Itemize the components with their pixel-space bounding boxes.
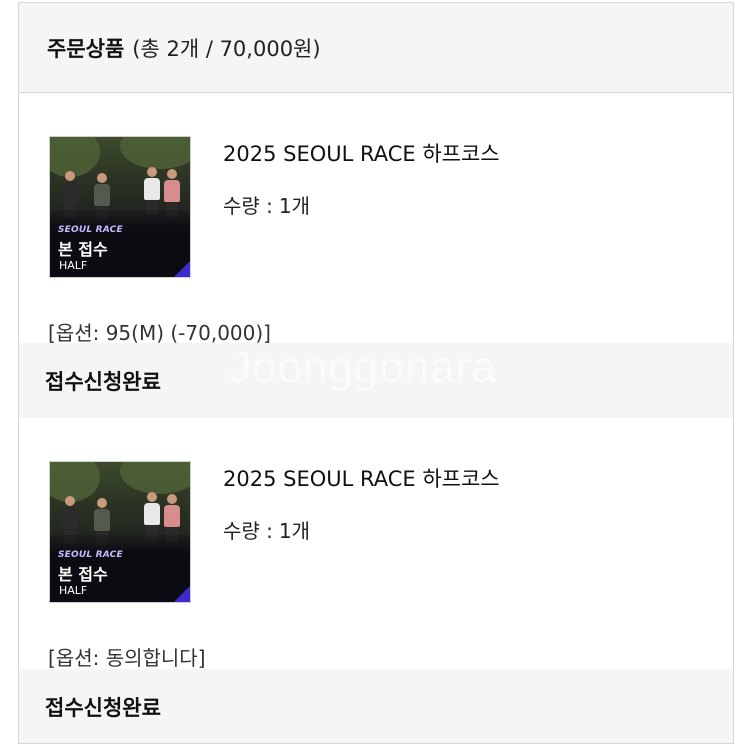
thumbnail-corner-accent — [174, 586, 190, 602]
product-option: [옵션: 동의합니다] — [48, 646, 206, 670]
quantity-value: 1개 — [278, 194, 311, 218]
order-summary: (총 2개 / 70,000원) — [132, 36, 321, 61]
status-label: 접수신청완료 — [45, 695, 161, 720]
thumbnail-race-tag: SEOUL RACE — [58, 550, 123, 560]
order-panel: 주문상품 (총 2개 / 70,000원) SEOUL RACE 본 접수 HA… — [18, 2, 734, 744]
order-item: SEOUL RACE 본 접수 HALF 2025 SEOUL RACE 하프코… — [19, 93, 733, 345]
quantity-label: 수량 : — [223, 519, 273, 543]
thumbnail-corner-accent — [174, 261, 190, 277]
product-name[interactable]: 2025 SEOUL RACE 하프코스 — [223, 463, 500, 493]
product-thumbnail[interactable]: SEOUL RACE 본 접수 HALF — [49, 136, 191, 278]
order-item: SEOUL RACE 본 접수 HALF 2025 SEOUL RACE 하프코… — [19, 418, 733, 670]
order-header: 주문상품 (총 2개 / 70,000원) — [19, 3, 733, 93]
thumbnail-race-tag: SEOUL RACE — [58, 225, 123, 235]
status-bar: 접수신청완료 — [19, 343, 733, 418]
thumbnail-sub-tag: HALF — [59, 259, 88, 272]
thumbnail-sub-tag: HALF — [59, 584, 88, 597]
product-name[interactable]: 2025 SEOUL RACE 하프코스 — [223, 138, 500, 168]
product-option: [옵션: 95(M) (-70,000)] — [48, 321, 271, 345]
quantity: 수량 :1개 — [223, 515, 310, 544]
quantity: 수량 :1개 — [223, 190, 310, 219]
status-bar: 접수신청완료 — [19, 669, 733, 743]
thumbnail-main-tag: 본 접수 — [58, 565, 108, 584]
quantity-value: 1개 — [278, 519, 311, 543]
product-thumbnail[interactable]: SEOUL RACE 본 접수 HALF — [49, 461, 191, 603]
order-title: 주문상품 — [47, 36, 125, 61]
quantity-label: 수량 : — [223, 194, 273, 218]
status-label: 접수신청완료 — [45, 369, 161, 394]
thumbnail-main-tag: 본 접수 — [58, 240, 108, 259]
